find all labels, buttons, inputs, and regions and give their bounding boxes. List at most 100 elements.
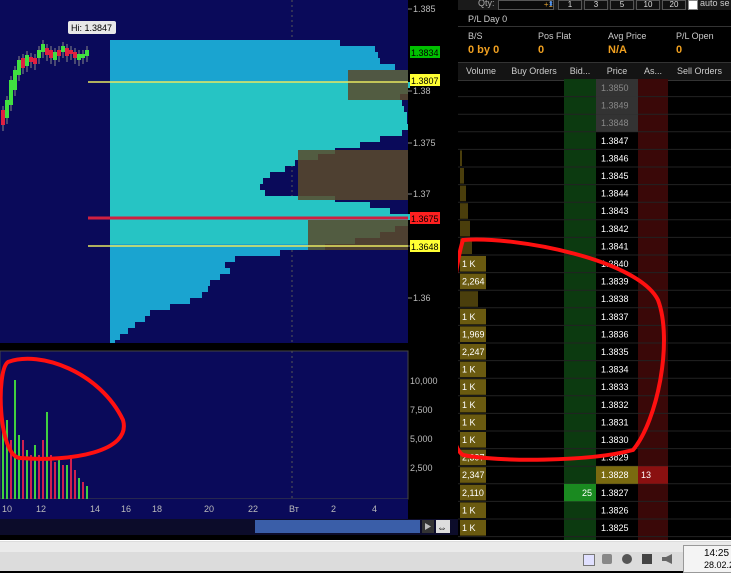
language-flag-icon[interactable] xyxy=(583,554,595,566)
clock-date: 28.02.20 xyxy=(704,560,731,570)
profile-bar xyxy=(110,286,208,292)
volume-cell: 2,110 xyxy=(462,488,484,498)
safely-remove-icon[interactable] xyxy=(622,554,632,564)
volume-bar xyxy=(46,412,48,499)
stat-value: N/A xyxy=(608,44,627,56)
network-icon[interactable] xyxy=(602,554,612,564)
candle-body xyxy=(1,110,5,125)
qty-preset-button[interactable]: 3 xyxy=(584,0,608,10)
price-cell[interactable]: 1.3827 xyxy=(601,488,629,498)
price-cell[interactable]: 1.3849 xyxy=(601,101,629,111)
price-cell[interactable]: 1.3833 xyxy=(601,382,629,392)
column-header[interactable]: Sell Orders xyxy=(668,66,731,76)
price-cell[interactable]: 1.3839 xyxy=(601,277,629,287)
price-ladder-panel[interactable]: Qty: +1 ⬍ 1 3 5 10 20 auto se P/L Day 0 B/S 0… xyxy=(458,0,731,540)
volume-tick-label: 10,000 xyxy=(410,376,438,386)
auto-send-label: auto se xyxy=(700,0,730,8)
price-cell[interactable]: 1.3825 xyxy=(601,523,629,533)
price-cell[interactable]: 1.3831 xyxy=(601,417,629,427)
price-cell[interactable]: 1.3826 xyxy=(601,505,629,515)
qty-preset-button[interactable]: 20 xyxy=(662,0,686,10)
battery-icon[interactable] xyxy=(642,554,652,564)
price-badge-label: 1.3834 xyxy=(411,48,439,58)
volume-tick-label: 5,000 xyxy=(410,434,433,444)
volume-bar xyxy=(14,380,16,499)
volume-cell: 2,347 xyxy=(462,470,485,480)
column-header[interactable]: Price xyxy=(596,66,638,76)
price-cell[interactable]: 1.3834 xyxy=(601,365,629,375)
qty-preset-button[interactable]: 5 xyxy=(610,0,634,10)
volume-bar xyxy=(34,445,36,499)
qty-input[interactable]: +1 xyxy=(498,0,554,10)
price-cell[interactable]: 1.3850 xyxy=(601,83,629,93)
candle-body xyxy=(45,48,49,55)
volume-tick-label: 7,500 xyxy=(410,405,433,415)
price-cell[interactable]: 1.3840 xyxy=(601,259,629,269)
price-tick-label: 1.38 xyxy=(413,86,431,96)
column-header[interactable]: Volume xyxy=(458,66,504,76)
volume-bar xyxy=(70,455,72,499)
price-cell[interactable]: 1.3844 xyxy=(601,189,629,199)
ladder-toolbar: Qty: +1 ⬍ 1 3 5 10 20 auto se xyxy=(458,0,731,10)
hi-label: Hi: 1.3847 xyxy=(71,23,112,33)
stat-label: P/L Open xyxy=(676,31,714,41)
windows-taskbar: 14:25 28.02.20 xyxy=(0,540,731,573)
price-cell[interactable]: 1.3846 xyxy=(601,153,629,163)
qty-stepper-icon[interactable]: ⬍ xyxy=(548,0,554,8)
profile-bar xyxy=(110,280,210,286)
pl-day-text: P/L Day 0 xyxy=(468,14,508,24)
candle-body xyxy=(41,44,45,52)
volume-bar xyxy=(86,486,88,499)
stat-label: Avg Price xyxy=(608,31,647,41)
price-cell[interactable]: 1.3835 xyxy=(601,347,629,357)
profile-bar xyxy=(110,310,150,316)
price-cell[interactable]: 1.3838 xyxy=(601,294,629,304)
profile-bar xyxy=(110,298,190,304)
price-cell[interactable]: 1.3829 xyxy=(601,453,629,463)
price-cell[interactable]: 1.3845 xyxy=(601,171,629,181)
column-header[interactable]: As... xyxy=(638,66,668,76)
price-cell[interactable]: 1.3847 xyxy=(601,136,629,146)
chart-canvas[interactable]: ⇔ Hi: 1.3847 1.3851.381.3751.371.3651.36… xyxy=(0,0,458,540)
stat-value: 0 xyxy=(676,44,683,56)
bid-column-bg xyxy=(564,79,596,540)
price-cell[interactable]: 1.3830 xyxy=(601,435,629,445)
column-header[interactable]: Bid... xyxy=(564,66,596,76)
volume-cell: 1 K xyxy=(462,417,476,427)
column-header[interactable]: Buy Orders xyxy=(504,66,564,76)
profile-bar xyxy=(110,178,263,184)
ask-size-cell[interactable]: 13 xyxy=(641,470,651,480)
profile-bar xyxy=(110,112,407,118)
price-cell[interactable]: 1.3848 xyxy=(601,118,629,128)
volume-bar xyxy=(38,455,40,499)
volume-bar xyxy=(42,440,44,499)
clock-box[interactable]: 14:25 28.02.20 xyxy=(683,545,731,573)
price-cell[interactable]: 1.3836 xyxy=(601,329,629,339)
candle-body xyxy=(73,52,77,58)
profile-bar xyxy=(110,154,318,160)
volume-bar xyxy=(50,455,52,499)
qty-preset-button[interactable]: 1 xyxy=(558,0,582,10)
price-cell[interactable]: 1.3841 xyxy=(601,241,629,251)
volume-bar xyxy=(78,478,80,499)
price-cell[interactable]: 1.3828 xyxy=(601,470,629,480)
price-cell[interactable]: 1.3832 xyxy=(601,400,629,410)
qty-preset-button[interactable]: 10 xyxy=(636,0,660,10)
time-tick-label: 18 xyxy=(152,504,162,514)
volume-bar xyxy=(82,482,84,499)
chart-scrollbar-thumb[interactable] xyxy=(255,520,420,533)
candle-body xyxy=(17,60,21,75)
price-cell[interactable]: 1.3843 xyxy=(601,206,629,216)
auto-send-checkbox[interactable] xyxy=(688,0,698,10)
ladder-grid[interactable]: 1.3850 1.3849 1.3848 1.3847 1.3846 1.3845 1.38… xyxy=(458,79,731,540)
candle-body xyxy=(29,57,33,62)
price-chart-panel[interactable]: ⇔ Hi: 1.3847 1.3851.381.3751.371.3651.36… xyxy=(0,0,458,540)
profile-bar xyxy=(110,256,235,262)
candle-body xyxy=(37,50,41,58)
bid-size-cell[interactable]: 25 xyxy=(582,488,592,498)
volume-icon[interactable] xyxy=(662,554,672,564)
profile-bar xyxy=(110,268,230,274)
volume-bar xyxy=(6,420,8,499)
price-cell[interactable]: 1.3837 xyxy=(601,312,629,322)
price-cell[interactable]: 1.3842 xyxy=(601,224,629,234)
